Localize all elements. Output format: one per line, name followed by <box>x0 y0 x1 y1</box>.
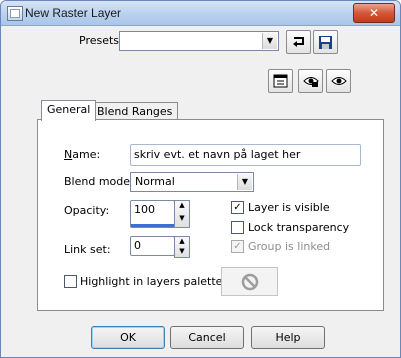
name-field[interactable]: skriv evt. et navn på laget her <box>130 144 361 166</box>
save-preset-icon <box>319 35 332 49</box>
blend-mode-label: Blend mode: <box>64 175 134 188</box>
highlight-color-swatch <box>221 267 278 296</box>
presets-dropdown[interactable]: ▼ <box>119 31 279 51</box>
link-set-field[interactable]: 0 <box>130 236 175 256</box>
highlight-checkbox[interactable] <box>64 275 77 288</box>
group-linked-label: Group is linked <box>248 240 331 253</box>
opacity-spinner[interactable]: ▲ ▼ <box>174 200 190 228</box>
general-panel: Name: skriv evt. et navn på laget her Bl… <box>37 119 384 311</box>
cancel-button[interactable]: Cancel <box>170 326 244 349</box>
spin-up-icon[interactable]: ▲ <box>175 237 189 247</box>
spin-down-icon[interactable]: ▼ <box>175 214 189 227</box>
name-label-rest: ame: <box>72 148 101 161</box>
opacity-value: 100 <box>134 203 155 216</box>
reset-presets-button[interactable] <box>286 30 311 54</box>
chevron-down-icon: ▼ <box>237 174 252 190</box>
presets-label: Presets: <box>79 34 123 47</box>
reset-presets-icon <box>292 37 304 47</box>
spin-up-icon[interactable]: ▲ <box>175 201 189 214</box>
eye-lock-button[interactable] <box>298 69 323 93</box>
window-icon <box>7 6 23 21</box>
blend-mode-dropdown[interactable]: Normal ▼ <box>130 172 254 192</box>
blend-mode-value: Normal <box>135 175 175 188</box>
window-title: New Raster Layer <box>25 6 122 20</box>
close-button[interactable]: ✕ <box>353 3 395 23</box>
layer-properties-icon <box>273 74 288 88</box>
highlight-label: Highlight in layers palette: <box>80 275 227 288</box>
opacity-field[interactable]: 100 <box>130 200 175 228</box>
dialog-window: New Raster Layer ✕ Presets: ▼ General Bl… <box>0 0 401 358</box>
layer-visible-label: Layer is visible <box>248 201 330 214</box>
eye-icon <box>330 77 347 85</box>
tab-general[interactable]: General <box>41 100 97 121</box>
opacity-level-bar <box>131 224 174 227</box>
save-preset-button[interactable] <box>313 30 338 54</box>
group-linked-checkbox: ✓ <box>231 240 244 253</box>
title-bar[interactable]: New Raster Layer ✕ <box>1 1 400 26</box>
opacity-label: Opacity: <box>64 204 110 217</box>
no-color-icon <box>241 273 258 290</box>
link-set-spinner[interactable]: ▲ ▼ <box>174 236 190 258</box>
eye-button[interactable] <box>326 69 351 93</box>
link-set-label: Link set: <box>64 243 111 256</box>
chevron-down-icon: ▼ <box>262 33 277 49</box>
help-button[interactable]: Help <box>251 326 325 349</box>
eye-lock-icon <box>302 77 319 87</box>
spin-down-icon[interactable]: ▼ <box>175 247 189 257</box>
ok-button[interactable]: OK <box>91 326 165 349</box>
name-label: Name: <box>64 148 101 161</box>
layer-properties-button[interactable] <box>268 69 293 93</box>
lock-transparency-label: Lock transparency <box>248 221 350 234</box>
lock-transparency-checkbox[interactable] <box>231 221 244 234</box>
layer-visible-checkbox[interactable]: ✓ <box>231 201 244 214</box>
